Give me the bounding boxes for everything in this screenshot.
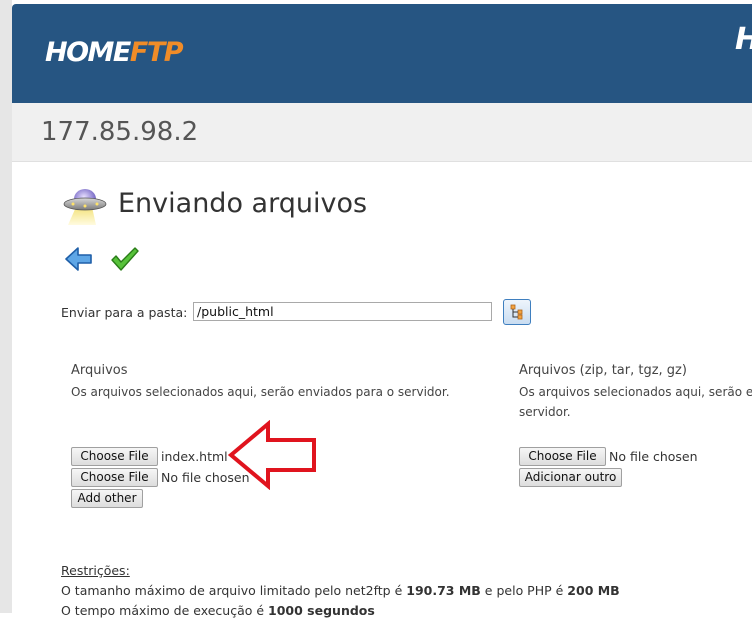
add-other-button[interactable]: Add other [71,489,143,508]
archives-section-description-line2: servidor. [519,405,571,419]
main-content: Enviando arquivos Enviar para a pasta: A… [12,162,752,618]
logo-accent-text: FTP [129,37,184,68]
checkmark-icon[interactable] [110,246,140,276]
upload-folder-label: Enviar para a pasta: [61,305,188,320]
folder-tree-icon [510,304,523,320]
browse-folder-button[interactable] [503,299,531,325]
restrictions-line-2-prefix: O tempo máximo de execução é [61,603,269,618]
chosen-file-name-1: index.html [161,449,228,464]
annotation-arrow-icon [227,419,318,494]
add-archive-button[interactable]: Adicionar outro [519,468,622,487]
restrictions-line-1-prefix: O tamanho máximo de arquivo limitado pel… [61,583,407,598]
restrictions-line-1-middle: e pelo PHP é [480,583,568,598]
app-header: HOMEFTP H [12,4,752,103]
restrictions-label: Restrições: [61,563,130,578]
choose-file-button-2[interactable]: Choose File [71,468,158,487]
upload-folder-input[interactable] [193,302,492,321]
restrictions-line-1: O tamanho máximo de arquivo limitado pel… [61,583,620,598]
php-limit-value: 200 MB [567,583,620,598]
page-background-edge [0,0,12,613]
files-section-title: Arquivos [71,363,128,378]
ufo-icon [62,185,110,231]
choose-archive-button-1[interactable]: Choose File [519,447,606,466]
archives-section-description-line1: Os arquivos selecionados aqui, serão env… [519,385,752,399]
net2ftp-limit-value: 190.73 MB [406,583,481,598]
choose-file-button-1[interactable]: Choose File [71,447,158,466]
chosen-archive-name-1: No file chosen [609,449,698,464]
header-right-cutoff-text: H [735,22,752,57]
back-arrow-icon[interactable] [65,247,93,275]
homeftp-logo[interactable]: HOMEFTP [45,37,184,68]
server-bar: 177.85.98.2 [12,103,752,162]
page-title: Enviando arquivos [118,188,368,219]
restrictions-line-2: O tempo máximo de execução é 1000 segund… [61,603,375,618]
files-section-description: Os arquivos selecionados aqui, serão env… [71,385,450,399]
archives-section-title: Arquivos (zip, tar, tgz, gz) [519,363,687,378]
logo-main-text: HOME [45,37,131,68]
server-ip: 177.85.98.2 [41,117,199,147]
execution-time-value: 1000 segundos [268,603,375,618]
